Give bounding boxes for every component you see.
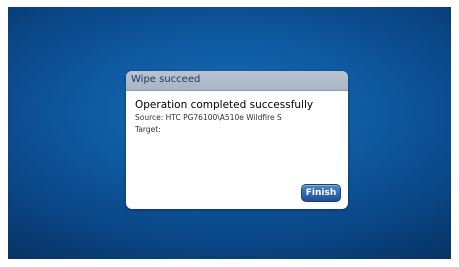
dialog-title-bar: Wipe succeed <box>126 71 348 91</box>
finish-button[interactable]: Finish <box>301 184 341 202</box>
status-message: Operation completed successfully <box>135 99 314 111</box>
dialog-body: Operation completed successfully Source:… <box>135 99 342 135</box>
screen: Wipe succeed Operation completed success… <box>0 0 459 267</box>
target-line: Target: <box>135 125 161 134</box>
wipe-result-dialog: Wipe succeed Operation completed success… <box>126 71 348 209</box>
dialog-title: Wipe succeed <box>131 74 201 85</box>
app-background: Wipe succeed Operation completed success… <box>8 7 451 259</box>
source-line: Source: HTC PG76100\A510e Wildfire S <box>135 113 282 122</box>
